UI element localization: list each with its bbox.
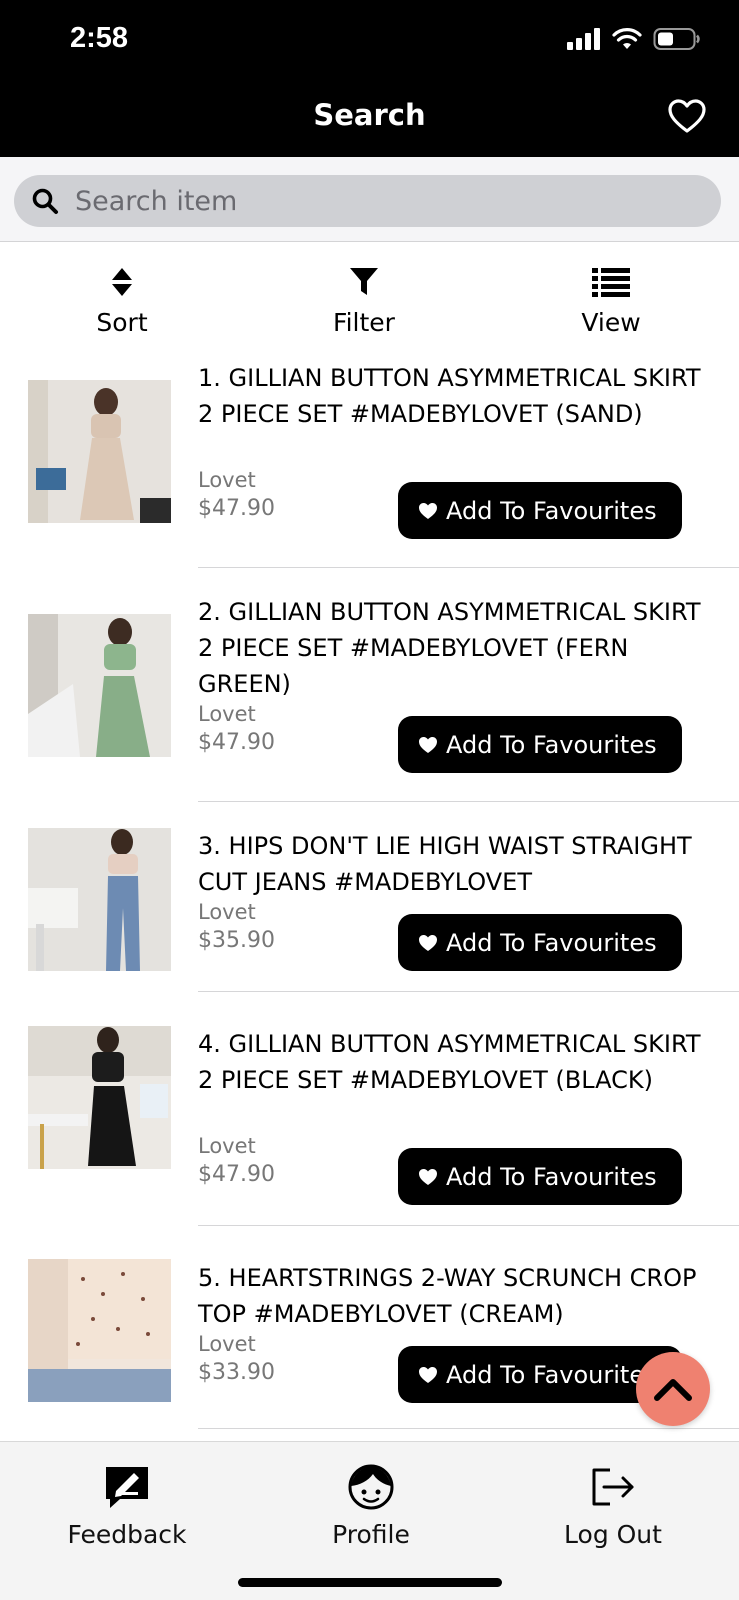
product-brand: Lovet bbox=[198, 468, 256, 492]
product-list: 1. GILLIAN BUTTON ASYMMETRICAL SKIRT 2 P… bbox=[0, 360, 739, 1460]
status-icons bbox=[567, 27, 701, 51]
filter-button[interactable]: Filter bbox=[294, 262, 434, 337]
heart-icon bbox=[419, 1366, 437, 1383]
add-to-favourites-label: Add To Favourites bbox=[446, 1162, 657, 1191]
tab-logout[interactable]: Log Out bbox=[523, 1462, 703, 1549]
tab-feedback[interactable]: Feedback bbox=[37, 1462, 217, 1549]
add-to-favourites-label: Add To Favourites bbox=[446, 928, 657, 957]
product-title[interactable]: 5. HEARTSTRINGS 2-WAY SCRUNCH CROP TOP #… bbox=[198, 1260, 718, 1332]
product-price: $47.90 bbox=[198, 1162, 275, 1187]
product-brand: Lovet bbox=[198, 900, 256, 924]
tab-profile-label: Profile bbox=[332, 1520, 410, 1549]
product-brand: Lovet bbox=[198, 1134, 256, 1158]
product-price: $47.90 bbox=[198, 730, 275, 755]
item-divider bbox=[198, 1428, 739, 1429]
status-bar: 2:58 bbox=[0, 0, 739, 80]
view-button[interactable]: View bbox=[541, 262, 681, 337]
product-title[interactable]: 4. GILLIAN BUTTON ASYMMETRICAL SKIRT 2 P… bbox=[198, 1026, 718, 1098]
page-title: Search bbox=[313, 98, 426, 132]
battery-icon bbox=[653, 28, 700, 50]
search-box[interactable] bbox=[14, 175, 721, 227]
product-brand: Lovet bbox=[198, 702, 256, 726]
product-image[interactable] bbox=[28, 614, 171, 757]
product-item: 1. GILLIAN BUTTON ASYMMETRICAL SKIRT 2 P… bbox=[0, 360, 739, 594]
item-divider bbox=[198, 801, 739, 802]
tab-feedback-label: Feedback bbox=[67, 1520, 187, 1549]
logout-icon bbox=[592, 1468, 634, 1506]
item-divider bbox=[198, 1225, 739, 1226]
product-price: $47.90 bbox=[198, 496, 275, 521]
profile-face-icon bbox=[348, 1464, 394, 1510]
heart-icon bbox=[419, 736, 437, 753]
sort-label: Sort bbox=[96, 308, 148, 337]
status-time: 2:58 bbox=[70, 22, 129, 54]
list-view-icon bbox=[592, 268, 630, 297]
chevron-up-icon bbox=[654, 1379, 692, 1401]
list-toolbar: Sort Filter View bbox=[0, 262, 739, 342]
search-input[interactable] bbox=[75, 185, 675, 217]
product-title[interactable]: 1. GILLIAN BUTTON ASYMMETRICAL SKIRT 2 P… bbox=[198, 360, 718, 432]
product-image[interactable] bbox=[28, 1259, 171, 1402]
filter-label: Filter bbox=[333, 308, 395, 337]
item-divider bbox=[198, 991, 739, 992]
nav-bar: Search bbox=[0, 80, 739, 157]
product-price: $35.90 bbox=[198, 928, 275, 953]
product-image[interactable] bbox=[28, 1026, 171, 1169]
heart-icon bbox=[419, 1168, 437, 1185]
product-image[interactable] bbox=[28, 828, 171, 971]
scroll-to-top-button[interactable] bbox=[636, 1352, 710, 1426]
item-divider bbox=[198, 567, 739, 568]
search-bar-container bbox=[0, 157, 739, 242]
view-label: View bbox=[581, 308, 641, 337]
sort-button[interactable]: Sort bbox=[52, 262, 192, 337]
product-item: 3. HIPS DON'T LIE HIGH WAIST STRAIGHT CU… bbox=[0, 828, 739, 1026]
tab-logout-label: Log Out bbox=[564, 1520, 662, 1549]
product-item: 4. GILLIAN BUTTON ASYMMETRICAL SKIRT 2 P… bbox=[0, 1026, 739, 1260]
filter-icon bbox=[350, 268, 378, 295]
heart-icon bbox=[419, 934, 437, 951]
product-item: 5. HEARTSTRINGS 2-WAY SCRUNCH CROP TOP #… bbox=[0, 1259, 739, 1460]
product-title[interactable]: 3. HIPS DON'T LIE HIGH WAIST STRAIGHT CU… bbox=[198, 828, 718, 900]
heart-icon bbox=[419, 502, 437, 519]
tab-profile[interactable]: Profile bbox=[281, 1462, 461, 1549]
sort-icon bbox=[112, 268, 132, 296]
add-to-favourites-button[interactable]: Add To Favourites bbox=[398, 914, 682, 971]
feedback-icon bbox=[106, 1467, 148, 1508]
wifi-icon bbox=[612, 28, 642, 49]
bottom-tab-bar: Feedback Profile Log Out bbox=[0, 1441, 739, 1600]
favourites-heart-icon[interactable] bbox=[667, 98, 707, 134]
search-icon bbox=[32, 188, 58, 214]
home-indicator bbox=[238, 1578, 502, 1587]
product-title[interactable]: 2. GILLIAN BUTTON ASYMMETRICAL SKIRT 2 P… bbox=[198, 594, 718, 702]
add-to-favourites-button[interactable]: Add To Favourites bbox=[398, 716, 682, 773]
add-to-favourites-button[interactable]: Add To Favourites bbox=[398, 1148, 682, 1205]
product-item: 2. GILLIAN BUTTON ASYMMETRICAL SKIRT 2 P… bbox=[0, 594, 739, 828]
cellular-signal-icon bbox=[567, 28, 600, 50]
add-to-favourites-label: Add To Favourites bbox=[446, 730, 657, 759]
add-to-favourites-label: Add To Favourites bbox=[446, 496, 657, 525]
add-to-favourites-button[interactable]: Add To Favourites bbox=[398, 482, 682, 539]
product-brand: Lovet bbox=[198, 1332, 256, 1356]
add-to-favourites-label: Add To Favourites bbox=[446, 1360, 657, 1389]
product-price: $33.90 bbox=[198, 1360, 275, 1385]
product-image[interactable] bbox=[28, 380, 171, 523]
